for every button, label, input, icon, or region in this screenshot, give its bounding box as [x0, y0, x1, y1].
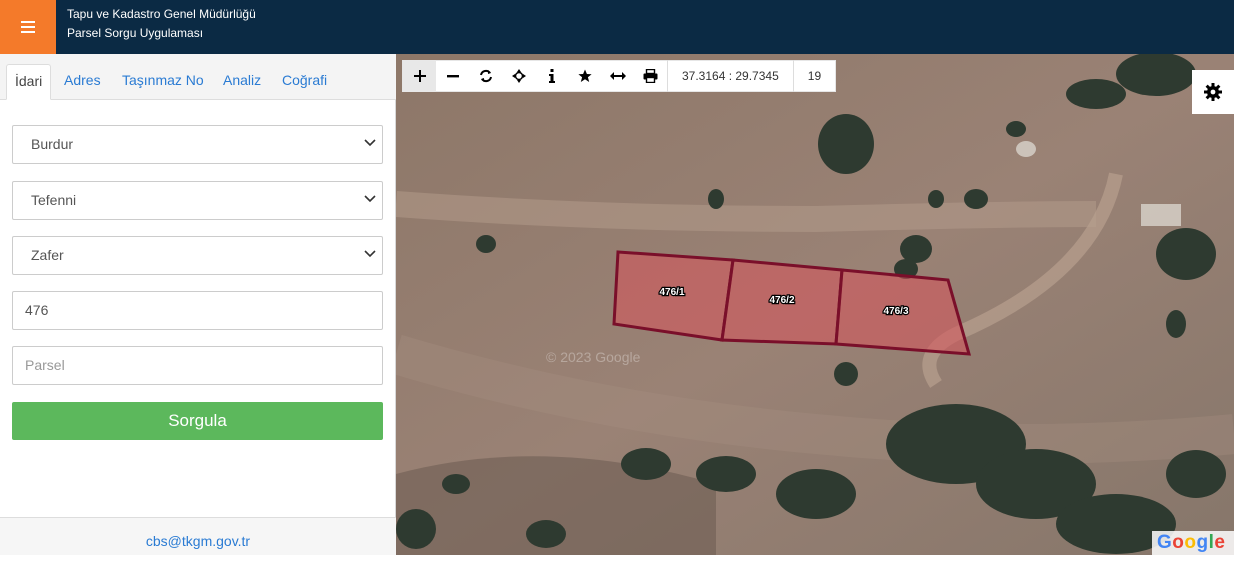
footer: cbs@tkgm.gov.tr — [0, 517, 396, 555]
mahalle-select[interactable]: Zafer — [12, 236, 383, 275]
zoom-level: 19 — [792, 60, 835, 92]
map-view[interactable]: 476/1 476/2 476/3 © 2023 Google 37.3164 … — [396, 54, 1234, 555]
zoom-in-button[interactable] — [403, 60, 436, 92]
parsel-input[interactable]: Parsel — [12, 346, 383, 385]
menu-button[interactable] — [0, 0, 56, 54]
chevron-down-icon — [364, 195, 376, 203]
star-icon — [577, 69, 592, 82]
favorite-button[interactable] — [568, 60, 601, 92]
tab-tasinmaz-no[interactable]: Taşınmaz No — [122, 64, 204, 100]
zoom-out-button[interactable] — [436, 60, 469, 92]
print-icon — [643, 69, 658, 83]
tab-analiz[interactable]: Analiz — [223, 64, 261, 100]
chevron-down-icon — [364, 139, 376, 147]
plus-icon — [413, 70, 426, 82]
imagery-watermark: © 2023 Google — [546, 349, 641, 365]
app-header: Tapu ve Kadastro Genel Müdürlüğü Parsel … — [0, 0, 1234, 54]
locate-button[interactable] — [502, 60, 535, 92]
print-button[interactable] — [634, 60, 667, 92]
ilce-select[interactable]: Tefenni — [12, 181, 383, 220]
tab-idari[interactable]: İdari — [6, 64, 52, 100]
info-button[interactable] — [535, 60, 568, 92]
app-name: Parsel Sorgu Uygulaması — [67, 26, 204, 40]
parcel-label-2[interactable]: 476/2 — [768, 294, 796, 307]
il-select[interactable]: Burdur — [12, 125, 383, 164]
crosshair-icon — [511, 69, 526, 83]
contact-email-link[interactable]: cbs@tkgm.gov.tr — [146, 533, 250, 549]
gear-icon — [1204, 83, 1222, 101]
il-value: Burdur — [31, 136, 74, 152]
sorgula-button[interactable]: Sorgula — [12, 402, 383, 440]
measure-button[interactable] — [601, 60, 634, 92]
coordinate-readout: 37.3164 : 29.7345 — [667, 60, 793, 92]
map-toolbar: 37.3164 : 29.7345 19 — [402, 60, 837, 92]
parcel-label-3[interactable]: 476/3 — [882, 305, 910, 318]
ada-input[interactable]: 476 — [12, 291, 383, 330]
satellite-imagery: 476/1 476/2 476/3 © 2023 Google — [396, 54, 1234, 555]
settings-button[interactable] — [1192, 70, 1234, 114]
measure-icon — [609, 72, 626, 80]
refresh-button[interactable] — [469, 60, 502, 92]
org-name: Tapu ve Kadastro Genel Müdürlüğü — [67, 7, 256, 21]
parcel-label-1[interactable]: 476/1 — [658, 286, 686, 299]
hamburger-icon — [21, 21, 35, 33]
chevron-down-icon — [364, 250, 376, 258]
google-attribution[interactable]: Google — [1152, 531, 1234, 555]
tab-cografi[interactable]: Coğrafi — [282, 64, 327, 100]
mahalle-value: Zafer — [31, 247, 64, 263]
ilce-value: Tefenni — [31, 192, 77, 208]
app-title: Tapu ve Kadastro Genel Müdürlüğü Parsel … — [67, 5, 256, 43]
minus-icon — [446, 75, 459, 78]
info-icon — [548, 69, 555, 83]
sidebar: İdari Adres Taşınmaz No Analiz Coğrafi B… — [0, 54, 396, 555]
tab-bar: İdari Adres Taşınmaz No Analiz Coğrafi — [0, 54, 396, 100]
refresh-icon — [479, 69, 492, 83]
tab-adres[interactable]: Adres — [64, 64, 101, 100]
